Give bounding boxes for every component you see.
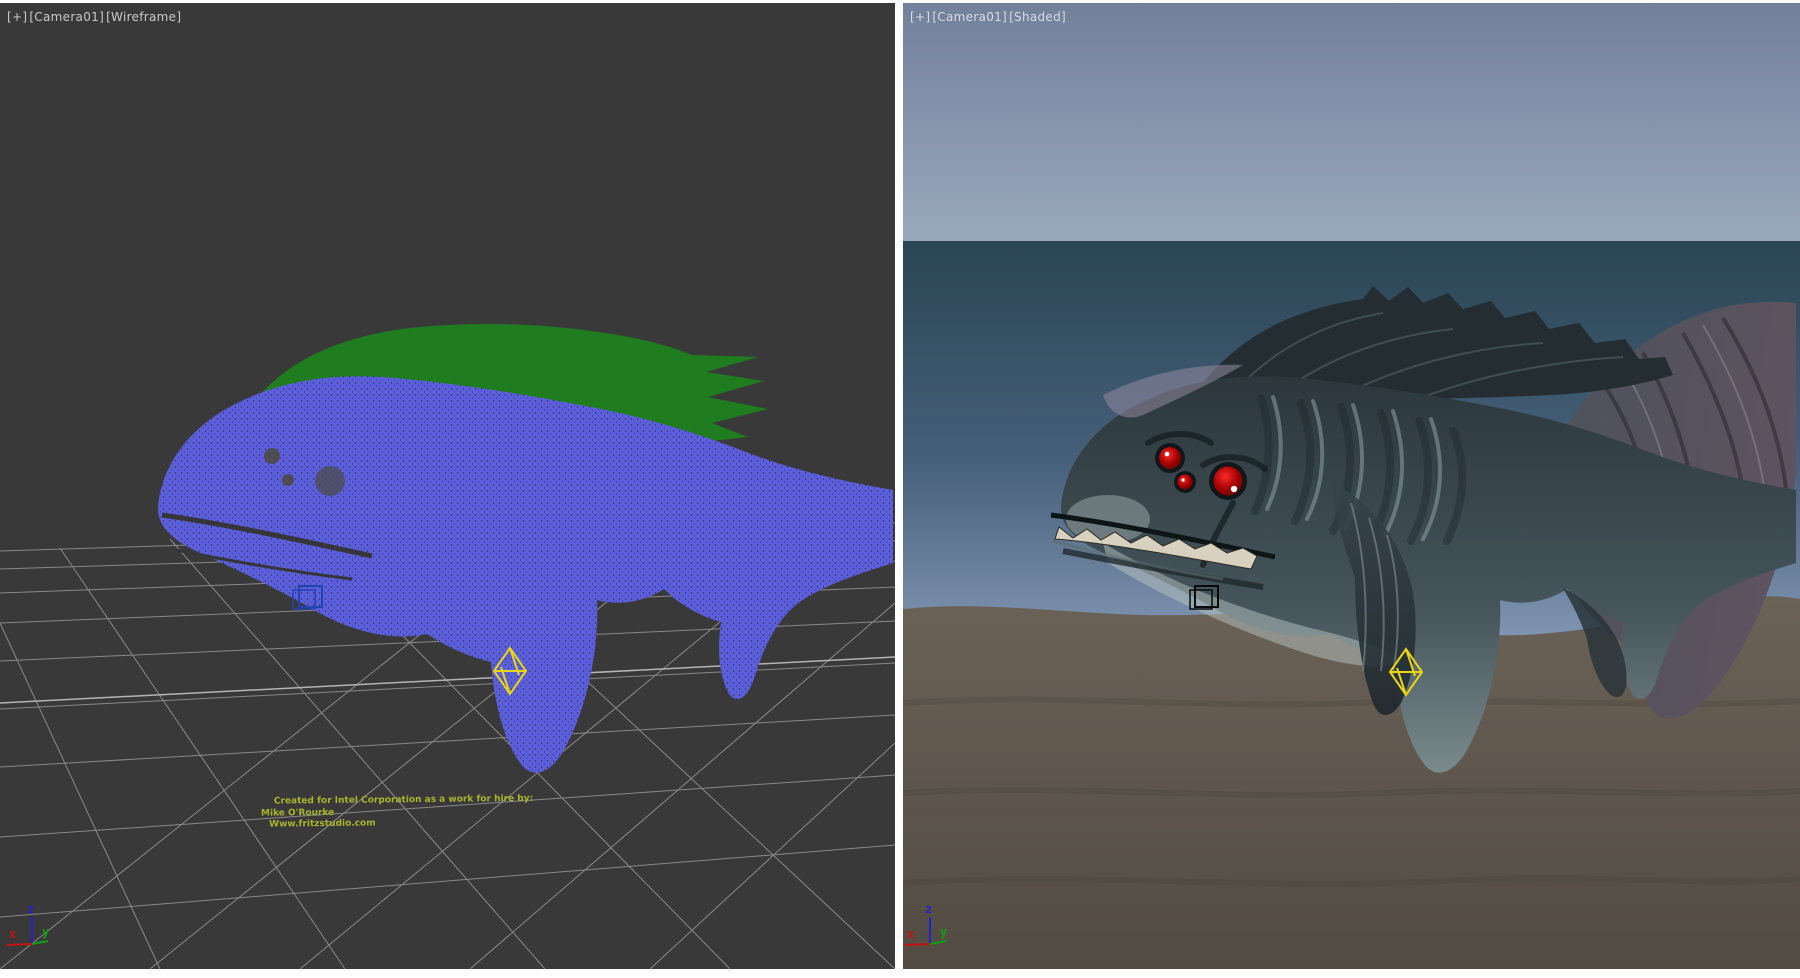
axis-z-label: z — [925, 902, 932, 916]
viewport-shading-menu[interactable]: [Wireframe] — [106, 10, 181, 24]
creature-eye — [315, 466, 345, 496]
viewport-general-menu[interactable]: [+] — [7, 10, 27, 24]
viewport-shading-menu[interactable]: [Shaded] — [1009, 10, 1066, 24]
creature-eye — [282, 474, 294, 486]
creature-model[interactable] — [158, 376, 893, 772]
viewport-pov-menu[interactable]: [Camera01] — [932, 10, 1007, 24]
creature-eye — [1178, 475, 1193, 490]
sky — [903, 3, 1800, 241]
axis-y-label: y — [940, 925, 947, 939]
viewport-wireframe[interactable]: z x y [+][Camera01][Wireframe] Created f… — [0, 3, 895, 969]
viewport-menu-bar: [+][Camera01][Shaded] — [910, 10, 1068, 24]
viewport-pov-menu[interactable]: [Camera01] — [29, 10, 104, 24]
creature-eye — [1214, 467, 1243, 496]
axis-x-label: x — [9, 927, 16, 941]
viewport-general-menu[interactable]: [+] — [910, 10, 930, 24]
viewport-shaded[interactable]: z x y [+][Camera01][Shaded] Created for … — [903, 3, 1800, 969]
axis-x-label: x — [907, 927, 914, 941]
axis-z-label: z — [27, 902, 34, 916]
creature-eye — [264, 448, 280, 464]
viewport-menu-bar: [+][Camera01][Wireframe] — [7, 10, 183, 24]
axis-tripod: z x y — [7, 902, 49, 945]
creature-eye — [1159, 447, 1181, 469]
window-frame: z x y [+][Camera01][Wireframe] Created f… — [0, 0, 1800, 978]
scene-credit-text: Created for Intel Corporation as a work … — [261, 793, 581, 831]
axis-y-label: y — [42, 925, 49, 939]
